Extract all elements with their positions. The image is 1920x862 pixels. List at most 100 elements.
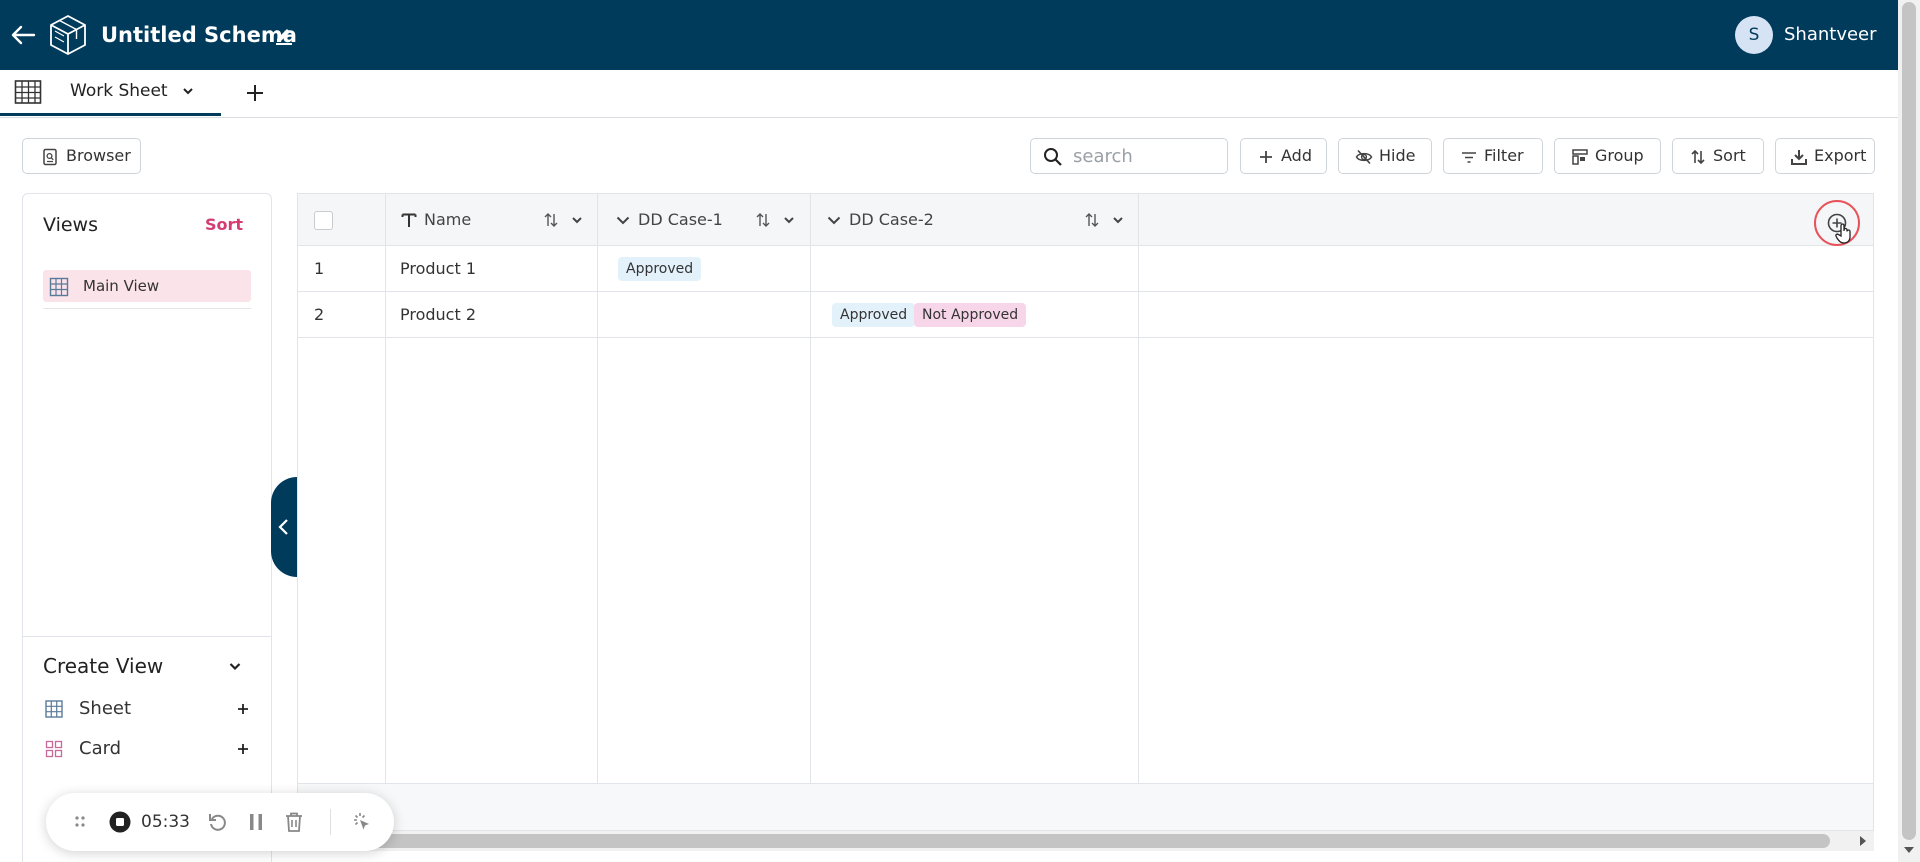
app-header: Untitled Schema S Shantveer (0, 0, 1898, 70)
stop-record-icon[interactable] (108, 810, 132, 834)
table-grid-icon (14, 79, 42, 105)
filter-lines-icon (1460, 148, 1478, 166)
table-grid-icon (45, 700, 63, 718)
tab-label: Work Sheet (70, 81, 168, 101)
chevron-down-icon[interactable] (568, 211, 586, 229)
screen-recorder-widget: 05:33 (46, 793, 394, 851)
download-icon (1790, 148, 1808, 166)
create-view-title: Create View (43, 654, 164, 678)
dropdown-type-icon (825, 211, 843, 229)
scroll-right-arrow-icon[interactable] (1857, 835, 1869, 847)
chevron-down-icon[interactable] (227, 658, 243, 674)
views-title: Views (43, 214, 98, 236)
add-button[interactable]: Add (1240, 138, 1327, 174)
group-button[interactable]: Group (1554, 138, 1661, 174)
scrollbar-thumb[interactable] (1902, 2, 1916, 840)
create-view-label: Sheet (79, 698, 132, 719)
divider (23, 636, 271, 637)
export-button[interactable]: Export (1775, 138, 1875, 174)
add-label: Add (1281, 146, 1312, 165)
hide-label: Hide (1379, 146, 1416, 165)
data-grid: Name DD Case-1 DD Case-2 1 Product 1 App… (297, 193, 1874, 831)
sort-arrows-icon[interactable] (1083, 211, 1101, 229)
filter-label: Filter (1484, 146, 1524, 165)
column-header-name[interactable]: Name (386, 194, 597, 246)
select-all-checkbox[interactable] (314, 211, 333, 230)
table-grid-icon (49, 277, 69, 297)
filter-button[interactable]: Filter (1443, 138, 1543, 174)
column-header-dd-case-2[interactable]: DD Case-2 (811, 194, 1138, 246)
table-row[interactable]: 1 Product 1 Approved (298, 246, 1873, 292)
column-label: DD Case-2 (849, 210, 934, 229)
user-avatar[interactable]: S (1735, 16, 1773, 54)
edit-pencil-icon[interactable] (273, 24, 295, 46)
trash-icon[interactable] (282, 810, 306, 834)
pause-icon[interactable] (244, 810, 268, 834)
export-label: Export (1814, 146, 1867, 165)
group-label: Group (1595, 146, 1644, 165)
cell-name[interactable]: Product 1 (400, 258, 476, 280)
search-input[interactable] (1073, 143, 1221, 169)
status-chip: Not Approved (914, 303, 1027, 327)
create-view-card[interactable]: Card (43, 734, 255, 764)
plus-icon[interactable] (235, 741, 251, 757)
grid-footer-row (298, 783, 1873, 830)
hand-pointer-icon (1835, 222, 1855, 244)
user-name[interactable]: Shantveer (1784, 22, 1877, 48)
table-row[interactable]: 2 Product 2 Approved Not Approved (298, 292, 1873, 338)
card-grid-icon (45, 740, 63, 758)
sort-arrows-icon[interactable] (542, 211, 560, 229)
document-search-icon (41, 148, 59, 166)
views-sort-link[interactable]: Sort (205, 214, 243, 236)
row-index: 1 (314, 259, 325, 278)
vertical-scrollbar[interactable] (1898, 0, 1920, 862)
tab-work-sheet[interactable]: Work Sheet (0, 70, 221, 116)
plus-icon (1257, 148, 1275, 166)
sort-arrows-icon[interactable] (754, 211, 772, 229)
status-chip: Approved (618, 257, 702, 281)
scroll-down-arrow-icon[interactable] (1903, 844, 1915, 856)
chevron-down-icon[interactable] (1109, 211, 1127, 229)
add-sheet-plus-icon[interactable] (240, 78, 270, 108)
click-effect-icon[interactable] (350, 810, 374, 834)
sort-arrows-icon (1689, 148, 1707, 166)
collapse-panel-handle[interactable] (271, 477, 297, 577)
view-item-label: Main View (83, 277, 160, 295)
drag-handle-icon[interactable] (68, 810, 92, 834)
browser-button[interactable]: Browser (22, 138, 141, 174)
eye-off-icon (1355, 148, 1373, 166)
view-item-main-view[interactable]: Main View (43, 270, 251, 302)
divider (43, 308, 251, 309)
create-view-sheet[interactable]: Sheet (43, 694, 255, 724)
status-chip: Approved (832, 303, 916, 327)
column-label: DD Case-1 (638, 210, 723, 229)
search-icon (1043, 147, 1063, 167)
horizontal-scrollbar[interactable] (297, 831, 1874, 851)
chevron-down-icon[interactable] (780, 211, 798, 229)
create-view-label: Card (79, 738, 122, 759)
cell-name[interactable]: Product 2 (400, 304, 476, 326)
divider (330, 809, 331, 835)
sheet-tab-bar: Work Sheet (0, 70, 1898, 118)
column-label: Name (424, 210, 472, 229)
text-type-icon (400, 211, 418, 229)
search-box[interactable] (1030, 138, 1228, 174)
row-index: 2 (314, 305, 325, 324)
restart-icon[interactable] (206, 810, 230, 834)
chevron-down-icon[interactable] (180, 83, 196, 99)
hide-button[interactable]: Hide (1338, 138, 1432, 174)
sort-button[interactable]: Sort (1672, 138, 1764, 174)
column-header-dd-case-1[interactable]: DD Case-1 (598, 194, 810, 246)
browser-label: Browser (66, 146, 131, 165)
group-blocks-icon (1571, 148, 1589, 166)
plus-icon[interactable] (235, 701, 251, 717)
schema-title: Untitled Schema (101, 23, 297, 47)
scrollbar-thumb[interactable] (317, 834, 1830, 848)
back-arrow-icon[interactable] (8, 20, 38, 50)
recording-timer: 05:33 (141, 812, 190, 832)
cube-logo-icon (46, 13, 90, 57)
grid-header-row: Name DD Case-1 DD Case-2 (298, 194, 1873, 246)
dropdown-type-icon (614, 211, 632, 229)
views-panel: Views Sort Main View Create View Sheet C… (22, 193, 272, 862)
sort-label: Sort (1713, 146, 1746, 165)
